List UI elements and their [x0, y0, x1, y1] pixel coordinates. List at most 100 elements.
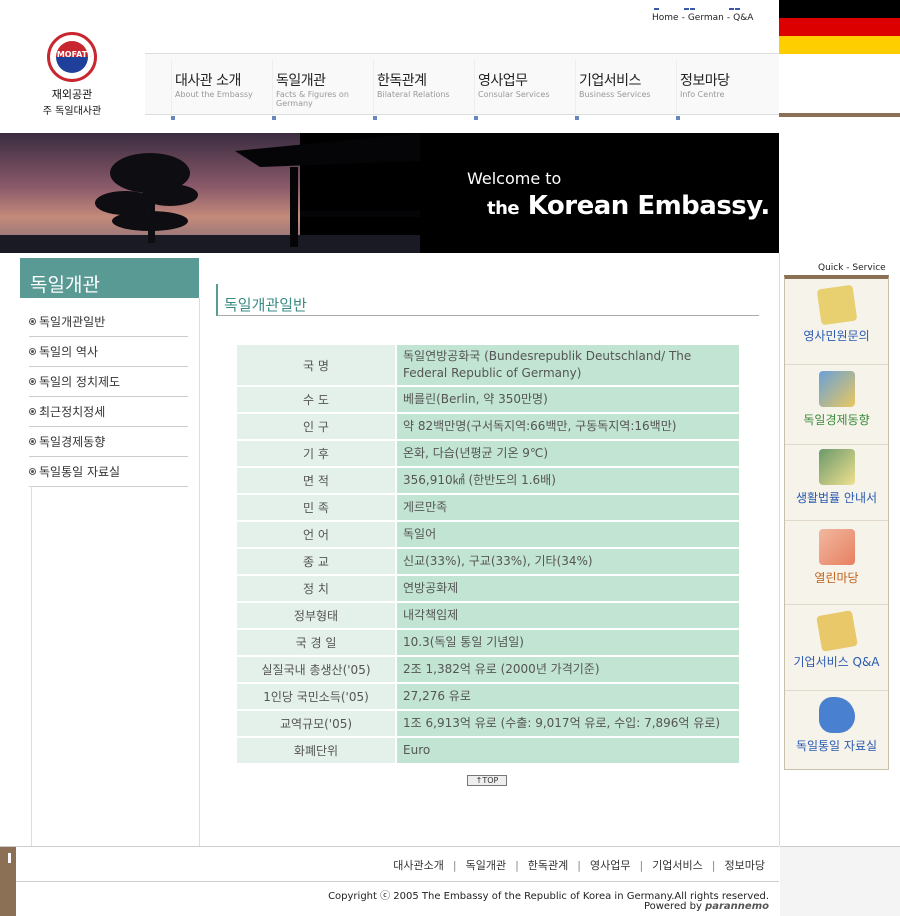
fact-value: 10.3(독일 통일 기념일) — [397, 630, 739, 655]
german-link[interactable]: German — [688, 8, 724, 23]
sidebar-item-recent-politics[interactable]: 최근정치정세 — [29, 397, 188, 427]
footer-link-bilateral[interactable]: 한독관계 — [528, 859, 568, 872]
quick-reunification-archive[interactable]: 독일통일 자료실 — [785, 697, 888, 771]
logo-line2: 주 독일대사관 — [42, 106, 102, 117]
fact-key: 민 족 — [237, 495, 397, 520]
fact-key: 종 교 — [237, 549, 397, 574]
fact-value: 연방공화제 — [397, 576, 739, 601]
table-row: 종 교 신교(33%), 구교(33%), 기타(34%) — [237, 549, 739, 574]
table-row: 정 치 연방공화제 — [237, 576, 739, 601]
top-links: Home - German - Q&A — [652, 13, 753, 23]
fact-value: 2조 1,382억 유로 (2000년 가격기준) — [397, 657, 739, 682]
fact-key: 정 치 — [237, 576, 397, 601]
mofat-emblem-icon: MOFAT — [47, 32, 97, 82]
home-link[interactable]: Home — [652, 8, 679, 23]
sidebar-item-overview[interactable]: 독일개관일반 — [29, 307, 188, 337]
footer: 대사관소개 | 독일개관 | 한독관계 | 영사업무 | 기업서비스 | 정보마당 Copyrigh… — [0, 846, 779, 916]
tree-pavilion-silhouette — [0, 133, 420, 253]
fact-value: 독일어 — [397, 522, 739, 547]
fact-key: 수 도 — [237, 387, 397, 412]
fact-value: 게르만족 — [397, 495, 739, 520]
bullet-icon — [29, 468, 36, 475]
nav-facts-germany[interactable]: 독일개관 Facts & Figures on Germany — [272, 60, 356, 120]
table-row: 정부형태 내각책임제 — [237, 603, 739, 628]
germany-facts-table: 국 명 독일연방공화국 (Bundesrepublik Deutschland/ … — [237, 343, 739, 765]
footer-accent-bar — [0, 847, 16, 916]
fact-key: 실질국내 총생산('05) — [237, 657, 397, 682]
quick-economy-trends[interactable]: 독일경제동향 — [785, 371, 888, 445]
fact-value: 독일연방공화국 (Bundesrepublik Deutschland/ The… — [397, 345, 739, 385]
fact-value: 1조 6,913억 유로 (수출: 9,017억 유로, 수입: 7,896억 … — [397, 711, 739, 736]
footer-link-info[interactable]: 정보마당 — [725, 859, 765, 872]
sidebar-item-reunification-archive[interactable]: 독일통일 자료실 — [29, 457, 188, 487]
fact-value: 신교(33%), 구교(33%), 기타(34%) — [397, 549, 739, 574]
banner-title: the Korean Embassy. — [487, 191, 770, 221]
footer-link-business[interactable]: 기업서비스 — [652, 859, 703, 872]
sidebar-item-history[interactable]: 독일의 역사 — [29, 337, 188, 367]
copyright-text: Copyright ⓒ 2005 The Embassy of the Repu… — [328, 891, 769, 902]
fact-key: 면 적 — [237, 468, 397, 493]
table-row: 국 명 독일연방공화국 (Bundesrepublik Deutschland/ … — [237, 345, 739, 385]
quick-business-qa[interactable]: 기업서비스 Q&A — [785, 610, 888, 691]
footer-link-consular[interactable]: 영사업무 — [590, 859, 630, 872]
quick-service-title: Quick - Service — [818, 263, 886, 273]
germany-map-icon — [818, 697, 855, 733]
fact-value: 온화, 다습(년평균 기온 9℃) — [397, 441, 739, 466]
chart-book-icon — [818, 371, 855, 407]
bullet-icon — [29, 378, 36, 385]
powered-by: Powered by parannemo — [643, 901, 769, 912]
fact-key: 국 명 — [237, 345, 397, 385]
table-row: 화폐단위 Euro — [237, 738, 739, 763]
fact-key: 인 구 — [237, 414, 397, 439]
table-row: 면 적 356,910㎢ (한반도의 1.6배) — [237, 468, 739, 493]
logo-line1: 재외공관 — [51, 88, 93, 101]
quick-consular-inquiry[interactable]: 영사민원문의 — [785, 284, 888, 365]
bullet-icon — [29, 408, 36, 415]
sidebar-item-political-system[interactable]: 독일의 정치제도 — [29, 367, 188, 397]
table-row: 교역규모('05) 1조 6,913억 유로 (수출: 9,017억 유로, 수입… — [237, 711, 739, 736]
fact-value: Euro — [397, 738, 739, 763]
fact-value: 베를린(Berlin, 약 350만명) — [397, 387, 739, 412]
fact-key: 기 후 — [237, 441, 397, 466]
bullet-icon — [29, 348, 36, 355]
fact-value: 27,276 유로 — [397, 684, 739, 709]
table-row: 민 족 게르만족 — [237, 495, 739, 520]
table-row: 수 도 베를린(Berlin, 약 350만명) — [237, 387, 739, 412]
quick-open-forum[interactable]: 열린마당 — [785, 529, 888, 605]
sidebar-item-economy[interactable]: 독일경제동향 — [29, 427, 188, 457]
nav-info-centre[interactable]: 정보마당 Info Centre — [676, 60, 780, 120]
fact-value: 내각책임제 — [397, 603, 739, 628]
table-row: 기 후 온화, 다습(년평균 기온 9℃) — [237, 441, 739, 466]
fact-key: 교역규모('05) — [237, 711, 397, 736]
footer-link-facts[interactable]: 독일개관 — [466, 859, 506, 872]
table-row: 국 경 일 10.3(독일 통일 기념일) — [237, 630, 739, 655]
nav-bilateral[interactable]: 한독관계 Bilateral Relations — [373, 60, 477, 120]
footer-divider — [16, 881, 779, 882]
qa-icon — [815, 610, 858, 652]
fact-key: 화폐단위 — [237, 738, 397, 763]
content-border-left — [199, 298, 200, 846]
page-title: 독일개관일반 — [216, 284, 759, 316]
fact-key: 국 경 일 — [237, 630, 397, 655]
quick-life-law-guide[interactable]: 생활법률 안내서 — [785, 449, 888, 521]
header-divider — [779, 113, 900, 117]
nav-consular[interactable]: 영사업무 Consular Services — [474, 60, 578, 120]
note-icon — [816, 284, 857, 326]
sidebar-title: 독일개관 — [20, 258, 199, 298]
footer-link-about[interactable]: 대사관소개 — [393, 859, 444, 872]
fact-key: 1인당 국민소득('05) — [237, 684, 397, 709]
main-nav: 대사관 소개 About the Embassy 독일개관 Facts & Figu… — [145, 53, 780, 120]
bullet-icon — [29, 438, 36, 445]
qa-link[interactable]: Q&A — [733, 8, 753, 23]
fact-key: 정부형태 — [237, 603, 397, 628]
sidebar-border — [31, 486, 32, 846]
fact-value: 356,910㎢ (한반도의 1.6배) — [397, 468, 739, 493]
banner-welcome: Welcome to — [467, 169, 562, 188]
table-row: 실질국내 총생산('05) 2조 1,382억 유로 (2000년 가격기준) — [237, 657, 739, 682]
nav-business[interactable]: 기업서비스 Business Services — [575, 60, 679, 120]
fact-key: 언 어 — [237, 522, 397, 547]
embassy-logo[interactable]: MOFAT 재외공관 주 독일대사관 — [32, 32, 112, 117]
parannemo-logo[interactable]: parannemo — [705, 901, 769, 912]
top-button[interactable]: ↑TOP — [467, 775, 507, 786]
nav-about-embassy[interactable]: 대사관 소개 About the Embassy — [171, 60, 275, 120]
